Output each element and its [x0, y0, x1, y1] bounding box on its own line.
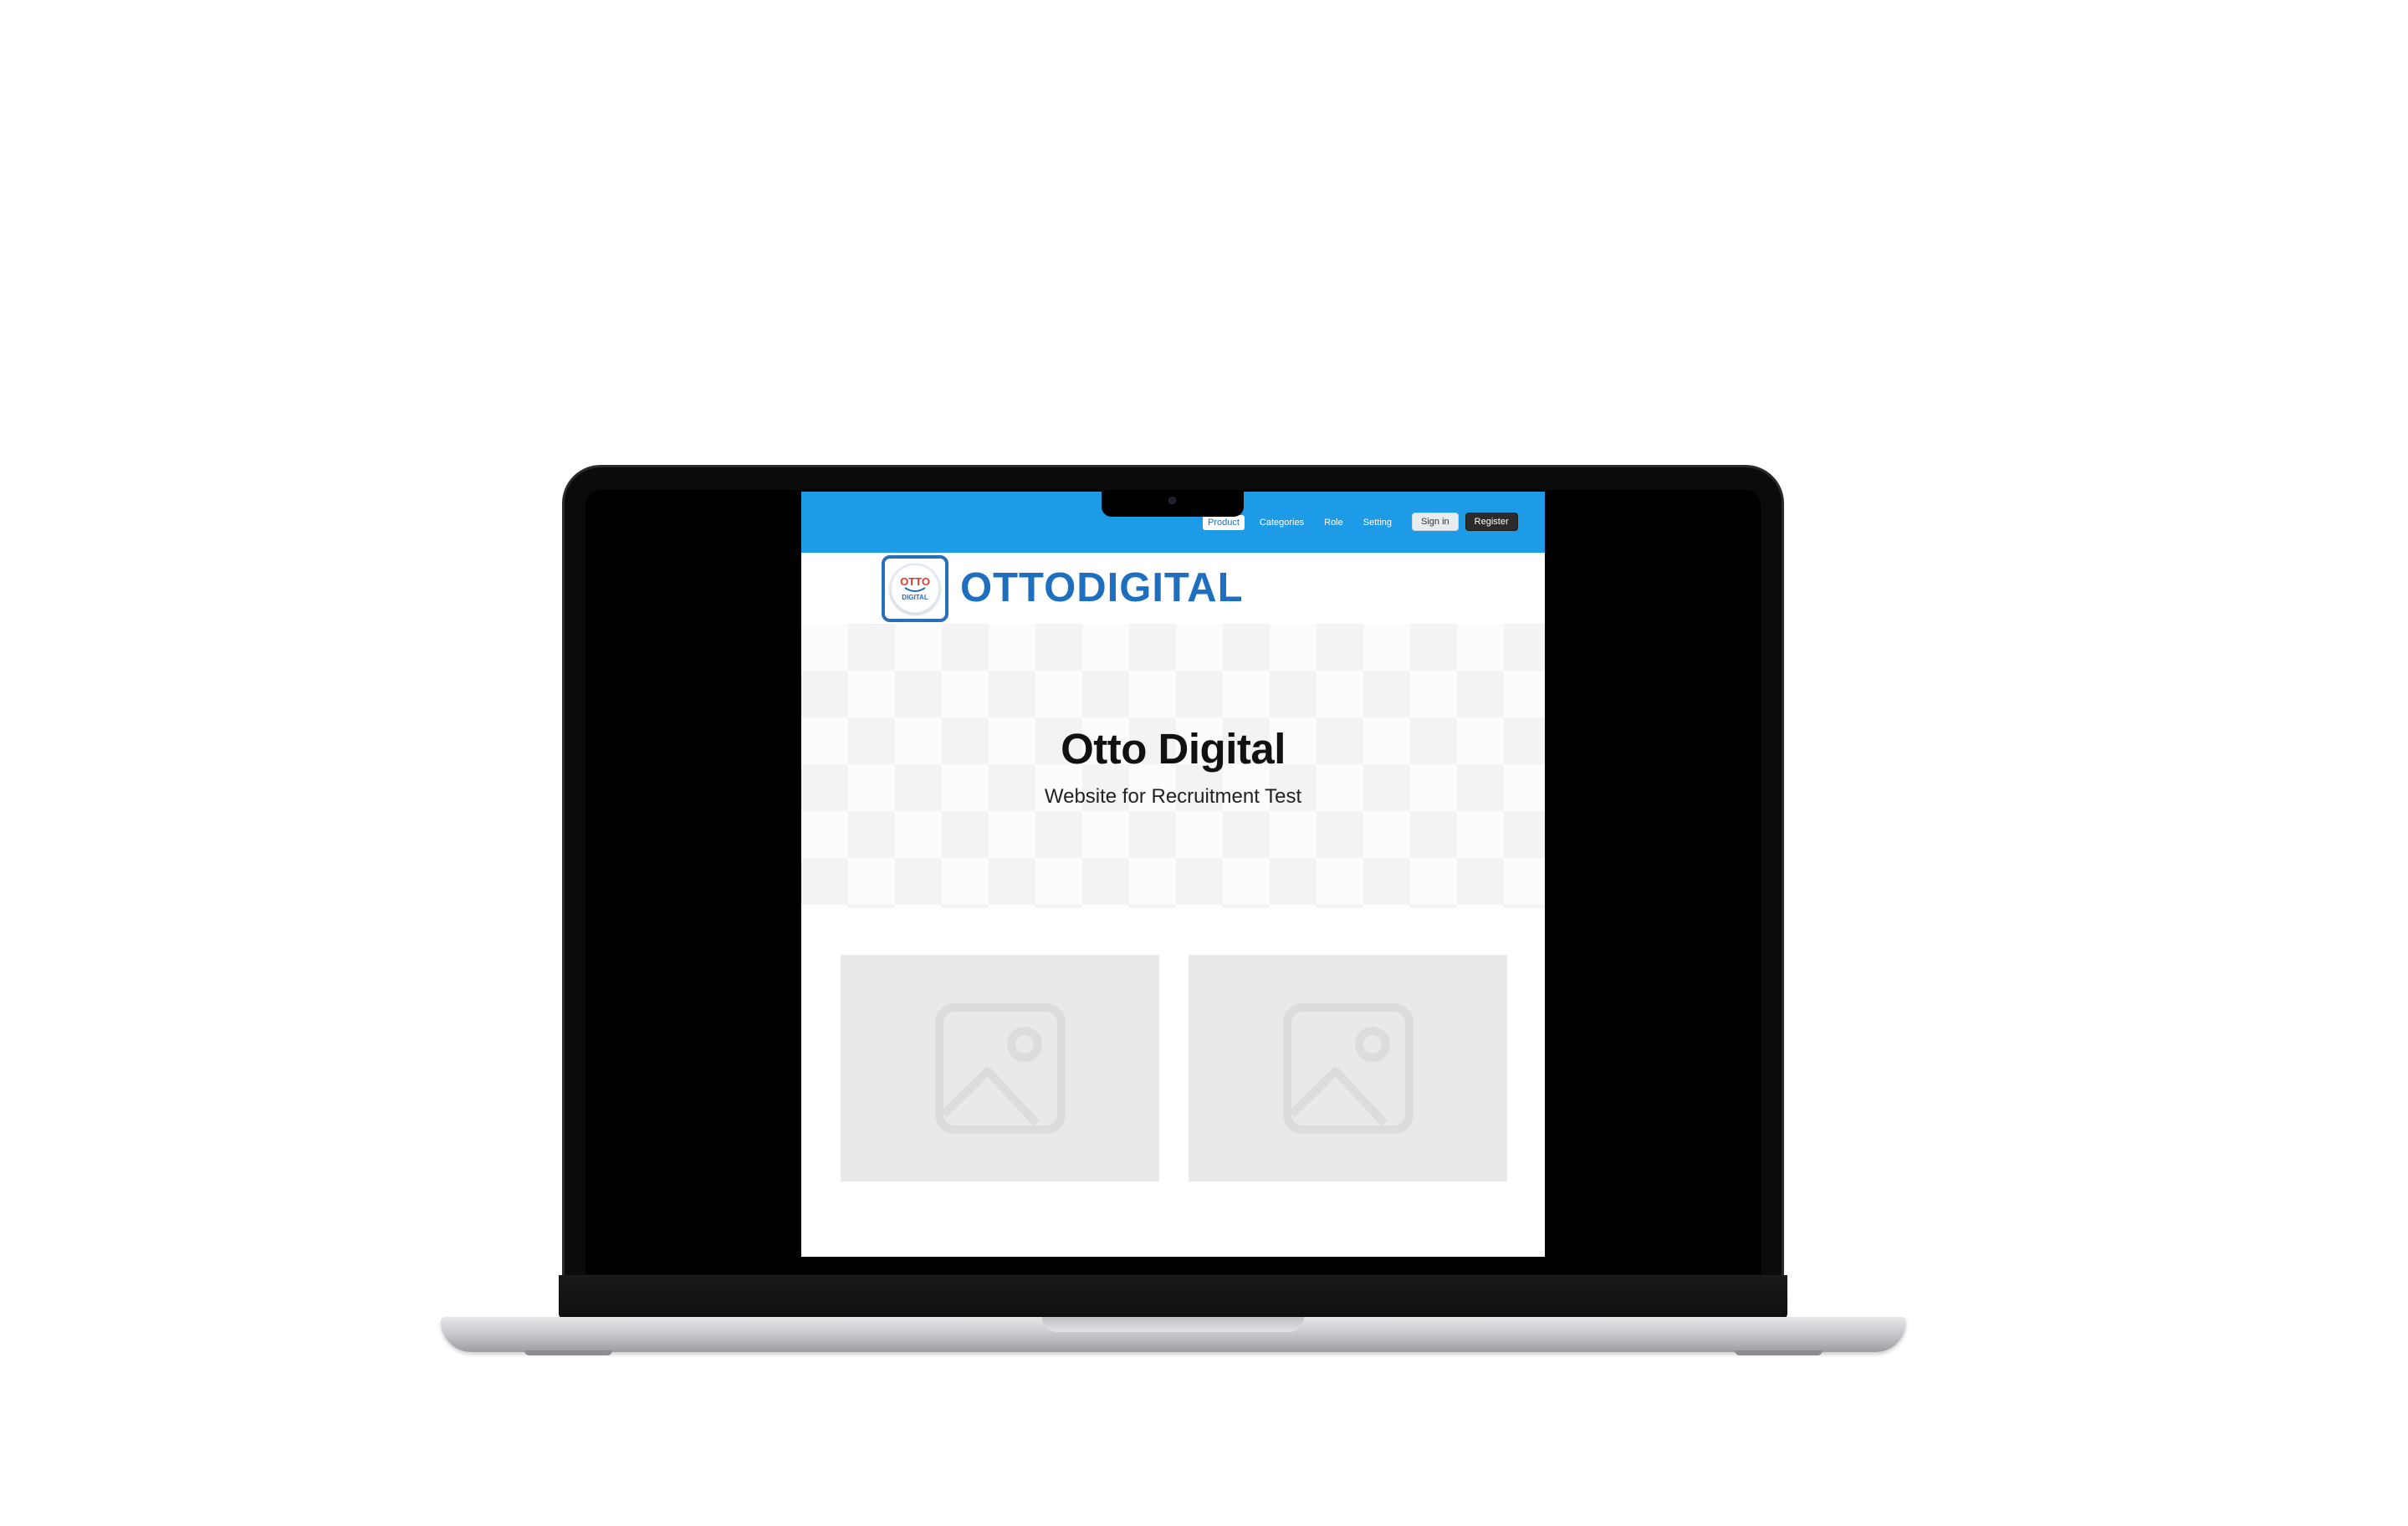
auth-buttons: Sign in Register	[1412, 513, 1518, 531]
logo-badge-bottom-text: DIGITAL	[902, 593, 928, 601]
image-placeholder-icon	[934, 1003, 1066, 1134]
nav-item-product[interactable]: Product	[1203, 514, 1245, 530]
logo-wordmark: OTTODIGITAL	[960, 565, 1244, 610]
card-grid	[841, 955, 1507, 1182]
camera-icon	[1168, 497, 1176, 504]
laptop-foot-left	[524, 1350, 612, 1355]
hero-title: Otto Digital	[1061, 725, 1286, 773]
sign-in-button[interactable]: Sign in	[1412, 513, 1459, 531]
nav-item-setting[interactable]: Setting	[1358, 515, 1397, 530]
card-image-placeholder[interactable]	[1189, 955, 1507, 1182]
logo-badge: OTTO DIGITAL	[882, 554, 948, 622]
hero-subtitle: Website for Recruitment Test	[1044, 785, 1302, 808]
logo-badge-top-text: OTTO	[900, 574, 930, 588]
nav-item-role[interactable]: Role	[1319, 515, 1348, 530]
camera-notch	[1102, 490, 1244, 517]
website: Product Categories Role Setting Sign in …	[801, 492, 1545, 1257]
brand-logo[interactable]: OTTO DIGITAL OTTODIGITAL	[882, 553, 1244, 624]
card-image-placeholder[interactable]	[841, 955, 1159, 1182]
hero-banner: Otto Digital Website for Recruitment Tes…	[801, 624, 1545, 908]
logo-badge-emblem: OTTO DIGITAL	[890, 563, 940, 614]
smile-icon	[904, 586, 926, 592]
nav-item-categories[interactable]: Categories	[1255, 515, 1309, 530]
register-button[interactable]: Register	[1465, 513, 1518, 531]
laptop-foot-right	[1735, 1350, 1823, 1355]
laptop-hinge	[559, 1275, 1787, 1319]
image-placeholder-icon	[1282, 1003, 1414, 1134]
laptop-thumb-notch	[1042, 1317, 1304, 1332]
